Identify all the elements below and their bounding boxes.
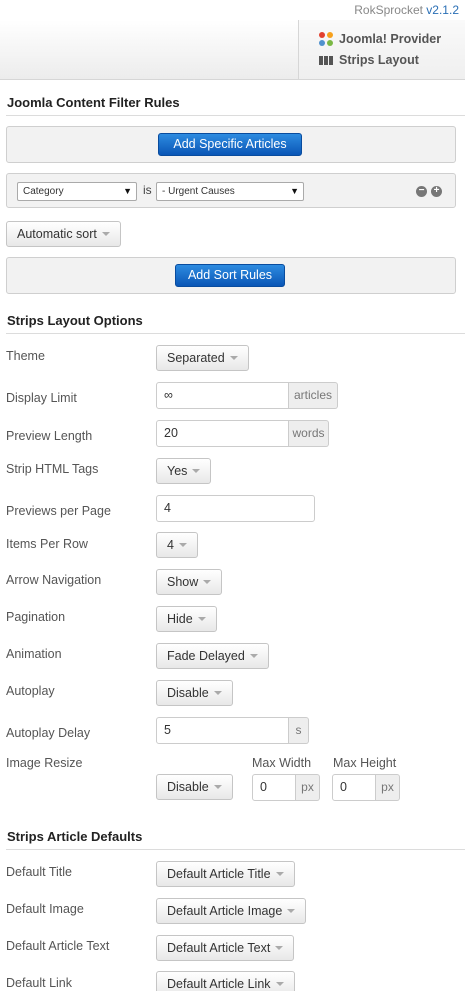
strip-html-label: Strip HTML Tags	[6, 462, 99, 476]
add-rule-icon[interactable]: +	[431, 186, 442, 197]
version-number: v2.1.2	[426, 3, 459, 17]
provider-row[interactable]: Joomla! Provider	[319, 32, 441, 46]
display-limit-input[interactable]: ∞	[156, 382, 289, 409]
pagination-value: Hide	[167, 612, 193, 626]
max-height-label: Max Height	[333, 756, 397, 770]
rule-value-text: - Urgent Causes	[162, 186, 235, 197]
max-height-input[interactable]: 0	[332, 774, 376, 801]
animation-label: Animation	[6, 647, 62, 661]
autoplay-delay-unit: s	[289, 717, 309, 744]
caret-down-icon	[275, 981, 284, 986]
caret-down-icon	[249, 653, 258, 658]
default-title-value: Default Article Title	[167, 867, 271, 881]
max-height-unit: px	[376, 774, 400, 801]
autoplay-delay-input[interactable]: 5	[156, 717, 289, 744]
image-resize-label: Image Resize	[6, 756, 83, 770]
caret-down-icon	[197, 616, 206, 621]
filter-rule-row: Category ▼ is - Urgent Causes ▼ − +	[6, 173, 456, 208]
default-text-value: Default Article Text	[167, 941, 271, 955]
default-text-label: Default Article Text	[6, 939, 110, 953]
brand-name: RokSprocket	[354, 3, 423, 17]
filter-section-title: Joomla Content Filter Rules	[7, 95, 180, 110]
image-resize-dropdown[interactable]: Disable	[156, 774, 233, 800]
caret-down-icon	[213, 690, 222, 695]
provider-label: Joomla! Provider	[339, 32, 442, 46]
strips-icon	[319, 55, 333, 65]
pagination-label: Pagination	[6, 610, 66, 624]
preview-length-unit: words	[289, 420, 329, 447]
items-per-row-label: Items Per Row	[6, 537, 88, 551]
animation-dropdown[interactable]: Fade Delayed	[156, 643, 269, 669]
items-per-row-dropdown[interactable]: 4	[156, 532, 198, 558]
max-width-unit: px	[296, 774, 320, 801]
default-text-dropdown[interactable]: Default Article Text	[156, 935, 295, 961]
display-limit-unit: articles	[289, 382, 338, 409]
rule-value-select[interactable]: - Urgent Causes ▼	[156, 182, 304, 201]
options-section-title: Strips Layout Options	[7, 313, 143, 328]
previews-per-page-label: Previews per Page	[6, 504, 111, 518]
defaults-section-title: Strips Article Defaults	[7, 829, 143, 844]
autoplay-dropdown[interactable]: Disable	[156, 680, 233, 706]
image-resize-value: Disable	[167, 780, 209, 794]
strip-html-value: Yes	[167, 464, 188, 478]
default-link-value: Default Article Link	[167, 977, 271, 991]
divider	[6, 849, 465, 850]
default-image-label: Default Image	[6, 902, 84, 916]
previews-per-page-input[interactable]: 4	[156, 495, 315, 522]
caret-down-icon	[229, 355, 238, 360]
automatic-sort-dropdown[interactable]: Automatic sort	[6, 221, 121, 247]
layout-label: Strips Layout	[339, 53, 419, 67]
caret-down-icon	[178, 542, 187, 547]
arrow-navigation-label: Arrow Navigation	[6, 573, 102, 587]
theme-dropdown[interactable]: Separated	[156, 345, 249, 371]
default-title-label: Default Title	[6, 865, 73, 879]
chevron-down-icon: ▼	[290, 186, 299, 196]
top-toolbar: Joomla! Provider Strips Layout	[0, 20, 465, 80]
arrow-navigation-dropdown[interactable]: Show	[156, 569, 223, 595]
sort-panel: Add Sort Rules	[6, 257, 456, 294]
layout-row[interactable]: Strips Layout	[319, 53, 419, 67]
default-image-dropdown[interactable]: Default Article Image	[156, 898, 307, 924]
arrow-navigation-value: Show	[167, 575, 199, 589]
add-specific-articles-button[interactable]: Add Specific Articles	[158, 133, 302, 156]
caret-down-icon	[101, 231, 110, 236]
version-label: RokSprocket v2.1.2	[354, 3, 459, 17]
max-width-input[interactable]: 0	[252, 774, 296, 801]
caret-down-icon	[275, 871, 284, 876]
animation-value: Fade Delayed	[167, 649, 245, 663]
provider-info: Joomla! Provider Strips Layout	[298, 20, 465, 79]
articles-panel: Add Specific Articles	[6, 126, 456, 163]
default-title-dropdown[interactable]: Default Article Title	[156, 861, 295, 887]
pagination-dropdown[interactable]: Hide	[156, 606, 217, 632]
add-sort-rules-button[interactable]: Add Sort Rules	[175, 264, 285, 287]
default-link-label: Default Link	[6, 976, 73, 990]
strip-html-dropdown[interactable]: Yes	[156, 458, 212, 484]
autoplay-delay-label: Autoplay Delay	[6, 726, 91, 740]
caret-down-icon	[213, 784, 222, 789]
caret-down-icon	[203, 579, 212, 584]
rule-field-value: Category	[23, 186, 64, 197]
default-link-dropdown[interactable]: Default Article Link	[156, 971, 295, 991]
autoplay-value: Disable	[167, 686, 209, 700]
theme-value: Separated	[167, 351, 225, 365]
preview-length-label: Preview Length	[6, 429, 93, 443]
joomla-icon	[319, 32, 333, 46]
remove-rule-icon[interactable]: −	[416, 186, 427, 197]
chevron-down-icon: ▼	[123, 186, 132, 196]
rule-field-select[interactable]: Category ▼	[17, 182, 137, 201]
caret-down-icon	[192, 468, 201, 473]
rule-operator: is	[143, 183, 152, 197]
max-width-label: Max Width	[252, 756, 312, 770]
display-limit-label: Display Limit	[6, 391, 77, 405]
autoplay-label: Autoplay	[6, 684, 55, 698]
items-per-row-value: 4	[167, 538, 174, 552]
preview-length-input[interactable]: 20	[156, 420, 289, 447]
caret-down-icon	[287, 908, 296, 913]
divider	[6, 333, 465, 334]
caret-down-icon	[275, 945, 284, 950]
theme-label: Theme	[6, 349, 45, 363]
sort-label: Automatic sort	[17, 227, 97, 241]
default-image-value: Default Article Image	[167, 904, 283, 918]
divider	[6, 115, 465, 116]
